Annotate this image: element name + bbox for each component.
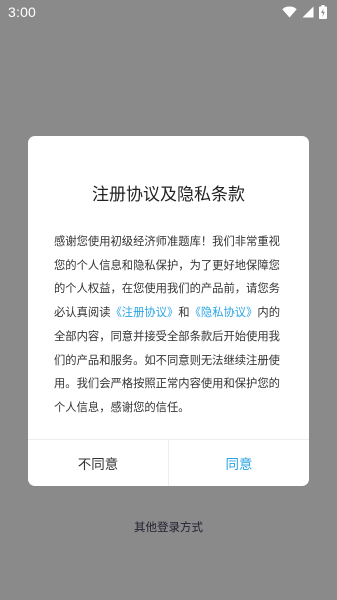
body-text-and: 和 (178, 306, 190, 320)
disagree-button[interactable]: 不同意 (28, 440, 168, 486)
signal-icon (302, 6, 314, 18)
dialog-title: 注册协议及隐私条款 (92, 185, 245, 205)
status-icons (282, 5, 327, 19)
dialog-body: 感谢您使用初级经济师准题库！我们非常重视您的个人信息和隐私保护，为了更好地保障您… (54, 230, 289, 420)
wifi-icon (282, 6, 297, 18)
battery-charging-icon (319, 5, 327, 19)
register-agreement-link[interactable]: 《注册协议》 (111, 306, 179, 319)
agreement-dialog: 注册协议及隐私条款 感谢您使用初级经济师准题库！我们非常重视您的个人信息和隐私保… (28, 136, 309, 486)
body-text-2: 内的全部内容，同意并接受全部条款后开始使用我们的产品和服务。如不同意则无法继续注… (54, 306, 281, 414)
other-login-methods-link[interactable]: 其他登录方式 (0, 519, 337, 535)
status-time: 3:00 (8, 4, 37, 20)
agree-button[interactable]: 同意 (169, 440, 309, 486)
privacy-agreement-link[interactable]: 《隐私协议》 (190, 306, 258, 319)
status-bar: 3:00 (0, 0, 337, 24)
